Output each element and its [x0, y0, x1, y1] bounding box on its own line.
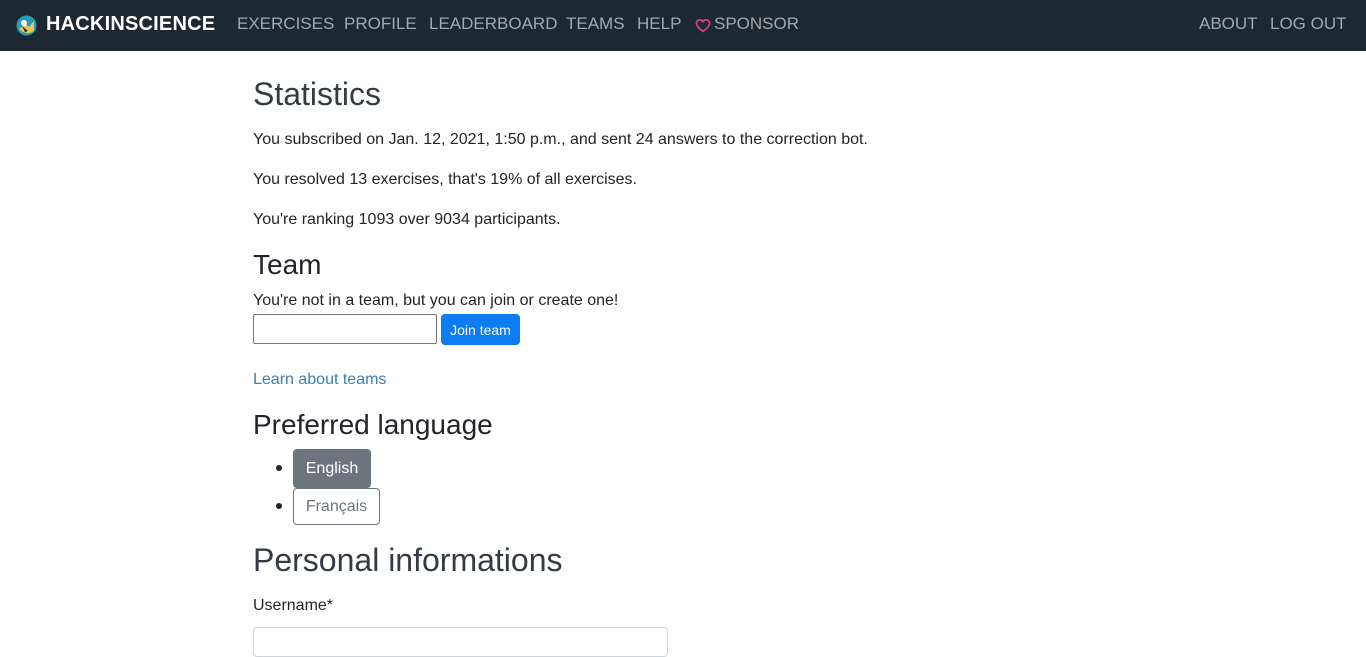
- nav-sponsor-label: SPONSOR: [714, 14, 800, 33]
- username-label: Username*: [253, 597, 334, 614]
- nav-exercises[interactable]: EXERCISES: [237, 14, 334, 34]
- nav-help[interactable]: HELP: [637, 14, 681, 34]
- nav-leaderboard[interactable]: LEADERBOARD: [429, 14, 557, 34]
- language-english-button[interactable]: English: [293, 449, 371, 488]
- top-navbar: HACKINSCIENCE EXERCISES PROFILE LEADERBO…: [0, 0, 1366, 51]
- language-french-button[interactable]: Français: [293, 488, 380, 525]
- resolved-text: You resolved 13 exercises, that's 19% of…: [253, 171, 637, 188]
- statistics-heading: Statistics: [253, 76, 382, 112]
- team-name-input[interactable]: [253, 314, 437, 344]
- nav-sponsor[interactable]: SPONSOR: [695, 14, 799, 34]
- brand-name: HACKINSCIENCE: [46, 12, 216, 35]
- nav-profile[interactable]: PROFILE: [344, 14, 417, 34]
- nav-about[interactable]: ABOUT: [1199, 14, 1258, 34]
- nav-teams[interactable]: TEAMS: [566, 14, 625, 34]
- heart-icon: [695, 18, 711, 33]
- ranking-text: You're ranking 1093 over 9034 participan…: [253, 211, 561, 228]
- list-bullet: [276, 465, 282, 471]
- team-status-text: You're not in a team, but you can join o…: [253, 292, 619, 309]
- brand-link[interactable]: HACKINSCIENCE: [16, 12, 215, 36]
- join-team-button[interactable]: Join team: [441, 314, 520, 345]
- username-input[interactable]: [253, 627, 668, 657]
- personal-informations-heading: Personal informations: [253, 542, 563, 578]
- preferred-language-heading: Preferred language: [253, 409, 493, 440]
- team-heading: Team: [253, 249, 322, 280]
- subscribed-text: You subscribed on Jan. 12, 2021, 1:50 p.…: [253, 131, 868, 148]
- hackinscience-logo-icon: [16, 15, 37, 36]
- learn-about-teams-link[interactable]: Learn about teams: [253, 371, 386, 389]
- nav-logout[interactable]: LOG OUT: [1270, 14, 1347, 34]
- list-bullet: [276, 503, 282, 509]
